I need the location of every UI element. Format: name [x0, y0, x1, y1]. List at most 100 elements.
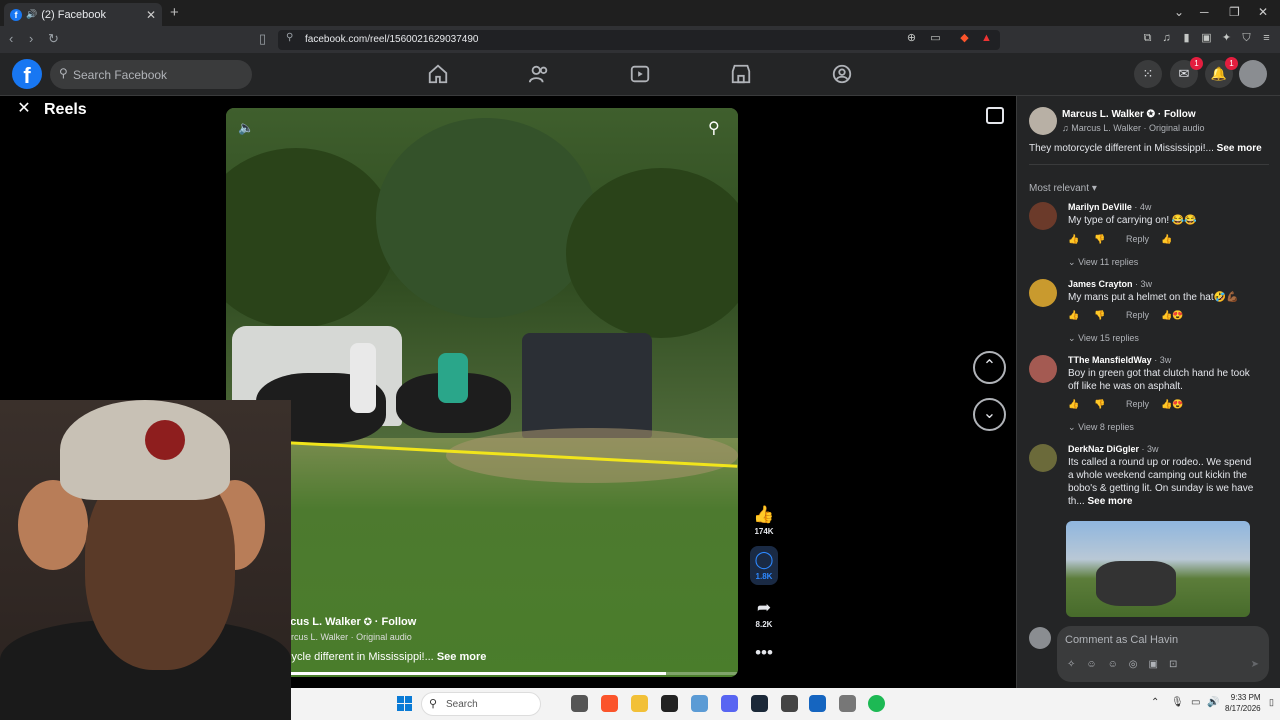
mute-icon[interactable]: 🔈	[238, 120, 254, 136]
comment-time[interactable]: · 3w	[1154, 355, 1171, 365]
toggle-layout-icon[interactable]	[986, 107, 1004, 124]
close-reels-button[interactable]: ✕	[12, 98, 36, 122]
next-reel-button[interactable]: ⌄	[973, 398, 1006, 431]
restore-button[interactable]: ❐	[1229, 5, 1240, 19]
account-avatar[interactable]	[1239, 60, 1267, 88]
video-see-more[interactable]: See more	[437, 651, 487, 663]
obs-icon[interactable]	[781, 695, 798, 712]
commenter-avatar[interactable]	[1029, 202, 1057, 230]
reply-button[interactable]: Reply	[1126, 234, 1149, 244]
home-icon[interactable]	[427, 63, 451, 85]
leo-icon[interactable]: ✦	[1220, 32, 1233, 45]
video-follow-button[interactable]: · Follow	[375, 616, 417, 628]
view-replies-button[interactable]: ⌄ View 8 replies	[1068, 422, 1134, 433]
menu-grid-button[interactable]: ⁙	[1134, 60, 1162, 88]
sort-dropdown[interactable]: Most relevant ▾	[1029, 183, 1097, 194]
send-icon[interactable]: ➤	[1251, 659, 1259, 670]
brave-icon[interactable]	[601, 695, 618, 712]
reel-video[interactable]: 🔈 ⚲ rcus L. Walker ✪ · Follow arcus L. W…	[226, 108, 738, 677]
messenger-button[interactable]: ✉ 1	[1170, 57, 1203, 88]
comment-placeholder[interactable]: Comment as Cal Havin	[1065, 634, 1178, 646]
comment-time[interactable]: · 3w	[1142, 444, 1159, 454]
comment-attachment-image[interactable]	[1066, 521, 1250, 617]
previous-reel-button[interactable]: ⌃	[973, 351, 1006, 384]
facebook-logo[interactable]: f	[12, 59, 42, 89]
url-text[interactable]: facebook.com/reel/1560021629037490	[305, 34, 478, 45]
sidebar-icon[interactable]: ▮	[1180, 32, 1193, 45]
close-window-button[interactable]: ✕	[1258, 5, 1268, 19]
extensions-icon[interactable]: ⧉	[1141, 32, 1154, 45]
taskbar-clock[interactable]: 9:33 PM 8/17/2026	[1225, 692, 1261, 714]
windows-start-icon[interactable]	[397, 696, 412, 711]
audio-playing-icon[interactable]: 🔊	[26, 9, 37, 20]
view-replies-button[interactable]: ⌄ View 15 replies	[1068, 333, 1139, 344]
like-icon[interactable]: 👍	[1068, 234, 1080, 245]
commenter-name[interactable]: Marilyn DeVille	[1068, 202, 1132, 212]
menu-icon[interactable]: ≡	[1260, 32, 1273, 45]
browser-tab[interactable]: f 🔊 (2) Facebook ✕	[4, 3, 162, 26]
bookmark-icon[interactable]: ▯	[259, 31, 266, 47]
commenter-name[interactable]: TThe MansfieldWay	[1068, 355, 1152, 365]
commenter-name[interactable]: James Crayton	[1068, 279, 1133, 289]
view-replies-button[interactable]: ⌄ View 11 replies	[1068, 257, 1138, 268]
comment-see-more[interactable]: See more	[1087, 496, 1132, 507]
new-tab-button[interactable]: +	[170, 4, 179, 21]
taskbar-search[interactable]: ⚲ Search	[421, 692, 541, 716]
caption-see-more[interactable]: See more	[1217, 143, 1262, 154]
reactions-icon[interactable]: 👍😍	[1161, 399, 1183, 410]
task-view-icon[interactable]	[571, 695, 588, 712]
comment-time[interactable]: · 3w	[1135, 279, 1152, 289]
friends-icon[interactable]	[528, 63, 552, 85]
video-icon[interactable]	[629, 63, 653, 85]
reply-button[interactable]: Reply	[1126, 399, 1149, 409]
comment-tools[interactable]: ✧☺☺◎▣⊡	[1067, 659, 1188, 670]
share-button[interactable]: ➦ 8.2K	[750, 598, 778, 629]
commenter-avatar[interactable]	[1029, 355, 1057, 383]
capcut-icon[interactable]	[661, 695, 678, 712]
cast-icon[interactable]: ▭	[929, 32, 942, 45]
notifications-button[interactable]: 🔔 1	[1205, 57, 1238, 88]
minimize-button[interactable]: ─	[1200, 5, 1209, 19]
steam-icon[interactable]	[751, 695, 768, 712]
commenter-avatar[interactable]	[1029, 444, 1057, 472]
original-audio[interactable]: Marcus L. Walker · Original audio	[1071, 123, 1204, 133]
video-audio[interactable]: arcus L. Walker · Original audio	[286, 632, 486, 642]
dislike-icon[interactable]: 👎	[1094, 234, 1106, 245]
marketplace-icon[interactable]	[730, 63, 754, 85]
brave-shield-icon[interactable]: ◆	[958, 32, 971, 45]
reply-button[interactable]: Reply	[1126, 310, 1149, 320]
tray-chevron-icon[interactable]: ⌃	[1151, 697, 1159, 708]
search-input[interactable]: Search Facebook	[73, 68, 167, 82]
dislike-icon[interactable]: 👎	[1094, 399, 1106, 410]
reload-button[interactable]: ↻	[48, 31, 59, 47]
brave-rewards-icon[interactable]: ▲	[980, 32, 993, 45]
groups-icon[interactable]	[831, 63, 855, 85]
like-icon[interactable]: 👍	[1068, 310, 1080, 321]
zoom-icon[interactable]: ⊕	[905, 32, 918, 45]
comment-input[interactable]: Comment as Cal Havin ✧☺☺◎▣⊡ ➤	[1057, 626, 1269, 682]
discord-icon[interactable]	[721, 695, 738, 712]
video-progress-bar[interactable]	[226, 672, 738, 675]
network-icon[interactable]: ▭	[1191, 697, 1200, 708]
file-explorer-icon[interactable]	[631, 695, 648, 712]
dislike-icon[interactable]: 👎	[1094, 310, 1106, 321]
follow-button[interactable]: · Follow	[1158, 109, 1196, 120]
like-button[interactable]: 👍 174K	[750, 505, 778, 536]
media-icon[interactable]: ♫	[1160, 32, 1173, 45]
like-icon[interactable]: 👍	[1068, 399, 1080, 410]
volume-icon[interactable]: 🔊	[1207, 697, 1219, 708]
comment-button[interactable]: ◯ 1.8K	[750, 546, 778, 585]
comment-time[interactable]: · 4w	[1134, 202, 1151, 212]
reactions-icon[interactable]: 👍	[1161, 234, 1172, 245]
more-options-button[interactable]: •••	[750, 643, 778, 663]
search-box[interactable]: ⚲ Search Facebook	[50, 60, 252, 89]
commenter-name[interactable]: DerkNaz DiGgler	[1068, 444, 1139, 454]
author-avatar[interactable]	[1029, 107, 1057, 135]
reactions-icon[interactable]: 👍😍	[1161, 310, 1183, 321]
site-info-icon[interactable]: ⚲	[286, 32, 293, 43]
back-button[interactable]: ‹	[9, 31, 13, 46]
notification-center-icon[interactable]: ▯	[1269, 697, 1274, 708]
forward-button[interactable]: ›	[29, 31, 33, 46]
settings-icon[interactable]	[839, 695, 856, 712]
wallet-icon[interactable]: ▣	[1200, 32, 1213, 45]
